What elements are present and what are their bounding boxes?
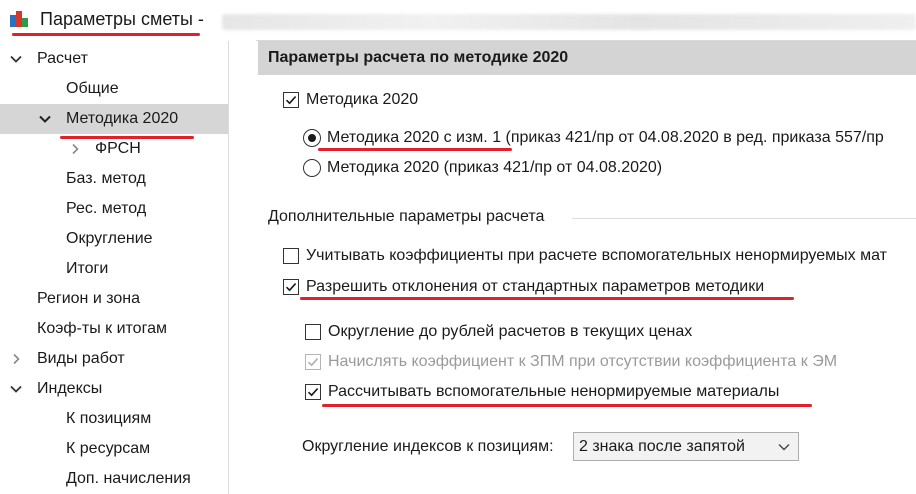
tree-item-label: Методика 2020	[66, 110, 179, 127]
tree-item-label: К ресурсам	[66, 440, 151, 457]
tree-item-label: Регион и зона	[37, 290, 140, 307]
tree-item-k-poziciyam[interactable]: К позициям	[0, 404, 228, 434]
tree-item-label: К позициям	[66, 410, 152, 427]
chevron-right-icon[interactable]	[69, 143, 81, 155]
round-to-rubles-checkbox[interactable]	[305, 324, 321, 340]
tree-item-region-zona[interactable]: Регион и зона	[0, 284, 228, 314]
radio-metodika-2020-izm-1-label: Методика 2020 с изм. 1 (приказ 421/пр от…	[327, 128, 884, 148]
tree-item-itogi[interactable]: Итоги	[0, 254, 228, 284]
panel-splitter[interactable]	[228, 41, 256, 494]
use-coefficients-label: Учитывать коэффициенты при расчете вспом…	[306, 247, 887, 264]
chevron-down-icon[interactable]	[10, 53, 22, 65]
additional-params-group-title: Дополнительные параметры расчета	[268, 208, 545, 225]
tree-item-vidy-rabot[interactable]: Виды работ	[0, 344, 228, 374]
chevron-down-icon	[778, 444, 790, 451]
tree-item-label: Рес. метод	[66, 200, 147, 217]
app-estimate-icon	[10, 11, 28, 27]
allow-deviations-highlight-underline	[300, 297, 794, 300]
radio-label-suffix: (приказ 421/пр от 04.08.2020 в ред. прик…	[501, 129, 884, 146]
chevron-down-icon[interactable]	[10, 383, 22, 395]
title-highlight-underline	[12, 33, 200, 36]
checkmark-icon	[307, 358, 319, 367]
radio-metodika-2020-label: Методика 2020 (приказ 421/пр от 04.08.20…	[327, 159, 663, 176]
tree-item-label: Расчет	[37, 50, 88, 67]
tree-item-koef-k-itogam[interactable]: Коэф-ты к итогам	[0, 314, 228, 344]
allow-deviations-label: Разрешить отклонения от стандартных пара…	[306, 278, 765, 295]
calc-auxiliary-materials-checkbox[interactable]	[305, 384, 321, 400]
rounding-indexes-label: Округление индексов к позициям:	[302, 438, 554, 455]
chevron-right-icon[interactable]	[10, 353, 22, 365]
tree-item-label: Индексы	[37, 380, 103, 397]
tree-item-frsn[interactable]: ФРСН	[0, 134, 228, 164]
tree-item-obshie[interactable]: Общие	[0, 74, 228, 104]
tree-item-okruglenie[interactable]: Округление	[0, 224, 228, 254]
use-coefficients-checkbox[interactable]	[283, 248, 299, 264]
tree-item-dop-nachisleniya[interactable]: Доп. начисления	[0, 464, 228, 494]
settings-tree: Расчет Общие Методика 2020 ФРСН Баз. мет…	[0, 40, 256, 494]
radio-metodika-2020[interactable]	[303, 159, 321, 177]
tree-item-label: ФРСН	[95, 140, 141, 157]
zpm-coefficient-label: Начислять коэффициент к ЗПМ при отсутств…	[328, 353, 838, 370]
tree-item-label: Доп. начисления	[66, 470, 191, 487]
chevron-down-icon[interactable]	[39, 113, 51, 125]
auxiliary-materials-highlight-underline	[322, 404, 812, 407]
tree-item-label: Баз. метод	[66, 170, 146, 187]
tree-item-label: Виды работ	[37, 350, 125, 367]
selected-radio-highlight-underline	[318, 148, 512, 151]
tree-item-label: Итоги	[66, 260, 109, 277]
radio-selected-dot	[308, 134, 316, 142]
methodology-2020-label: Методика 2020	[306, 91, 419, 108]
radio-metodika-2020-izm-1[interactable]	[303, 129, 321, 147]
tree-item-metodika-2020[interactable]: Методика 2020	[0, 104, 228, 134]
tree-item-baz-metod[interactable]: Баз. метод	[0, 164, 228, 194]
tree-item-raschet[interactable]: Расчет	[0, 44, 228, 74]
redacted-title-region	[222, 14, 916, 30]
round-to-rubles-label: Округление до рублей расчетов в текущих …	[328, 323, 693, 340]
checkmark-icon	[285, 283, 297, 292]
tree-item-k-resursam[interactable]: К ресурсам	[0, 434, 228, 464]
tree-item-label: Округление	[66, 230, 153, 247]
tree-item-res-metod[interactable]: Рес. метод	[0, 194, 228, 224]
checkmark-icon	[285, 96, 297, 105]
group-divider	[572, 218, 916, 219]
checkmark-icon	[307, 388, 319, 397]
zpm-coefficient-checkbox	[305, 354, 321, 370]
title-bar: Параметры сметы -	[0, 0, 916, 40]
tree-item-label: Коэф-ты к итогам	[37, 320, 167, 337]
rounding-indexes-value: 2 знака после запятой	[579, 438, 745, 455]
methodology-2020-checkbox[interactable]	[283, 92, 299, 108]
allow-deviations-checkbox[interactable]	[283, 279, 299, 295]
radio-label-main: Методика 2020 с изм. 1	[327, 129, 502, 146]
tree-item-indeksy[interactable]: Индексы	[0, 374, 228, 404]
rounding-indexes-select[interactable]: 2 знака после запятой	[573, 432, 799, 461]
window-title: Параметры сметы -	[40, 9, 204, 29]
calc-auxiliary-materials-label: Рассчитывать вспомогательные ненормируем…	[328, 383, 780, 400]
tree-item-label: Общие	[66, 80, 119, 97]
section-header: Параметры расчета по методике 2020	[258, 41, 916, 75]
